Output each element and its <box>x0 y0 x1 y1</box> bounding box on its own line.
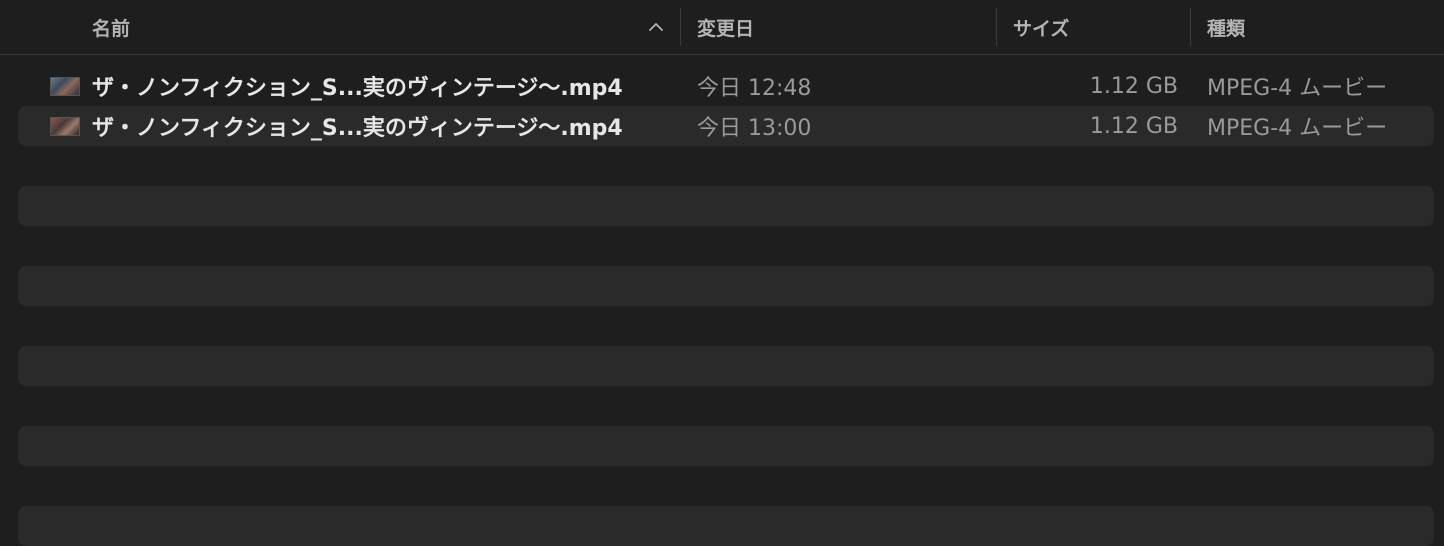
file-size: 1.12 GB <box>1089 113 1178 139</box>
empty-row <box>18 186 1434 226</box>
file-name: ザ・ノンフィクション_S...実のヴィンテージ〜.mp4 <box>92 76 623 101</box>
empty-row <box>18 226 1434 266</box>
column-header-size[interactable]: サイズ <box>1013 0 1069 54</box>
empty-row <box>18 146 1434 186</box>
file-modified: 今日 13:00 <box>697 116 812 141</box>
file-row[interactable]: ザ・ノンフィクション_S...実のヴィンテージ〜.mp4 今日 13:00 1.… <box>18 106 1434 146</box>
empty-row <box>18 306 1434 346</box>
column-header-kind[interactable]: 種類 <box>1207 0 1245 54</box>
column-header-name[interactable]: 名前 <box>92 0 130 54</box>
empty-row <box>18 386 1434 426</box>
video-thumbnail-icon <box>50 77 80 96</box>
column-header-name-label: 名前 <box>92 17 131 40</box>
empty-row <box>18 426 1434 466</box>
file-name: ザ・ノンフィクション_S...実のヴィンテージ〜.mp4 <box>92 116 623 141</box>
column-header-modified-label: 変更日 <box>697 17 755 40</box>
file-size: 1.12 GB <box>1089 73 1178 99</box>
file-kind: MPEG-4 ムービー <box>1207 116 1388 141</box>
empty-row <box>18 466 1434 506</box>
file-kind: MPEG-4 ムービー <box>1207 76 1388 101</box>
empty-row <box>18 346 1434 386</box>
column-header-kind-label: 種類 <box>1207 17 1246 40</box>
column-header-modified[interactable]: 変更日 <box>697 0 754 54</box>
file-row[interactable]: ザ・ノンフィクション_S...実のヴィンテージ〜.mp4 今日 12:48 1.… <box>18 66 1434 106</box>
column-header-bar: 名前 変更日 サイズ 種類 <box>0 0 1444 55</box>
column-divider[interactable] <box>996 8 997 46</box>
video-thumbnail-icon <box>50 117 80 136</box>
column-divider[interactable] <box>1190 8 1191 46</box>
empty-row <box>18 266 1434 306</box>
empty-row <box>18 506 1434 546</box>
chevron-up-icon[interactable] <box>647 18 665 36</box>
column-header-size-label: サイズ <box>1013 17 1070 40</box>
file-modified: 今日 12:48 <box>697 76 812 101</box>
column-divider[interactable] <box>680 8 681 46</box>
